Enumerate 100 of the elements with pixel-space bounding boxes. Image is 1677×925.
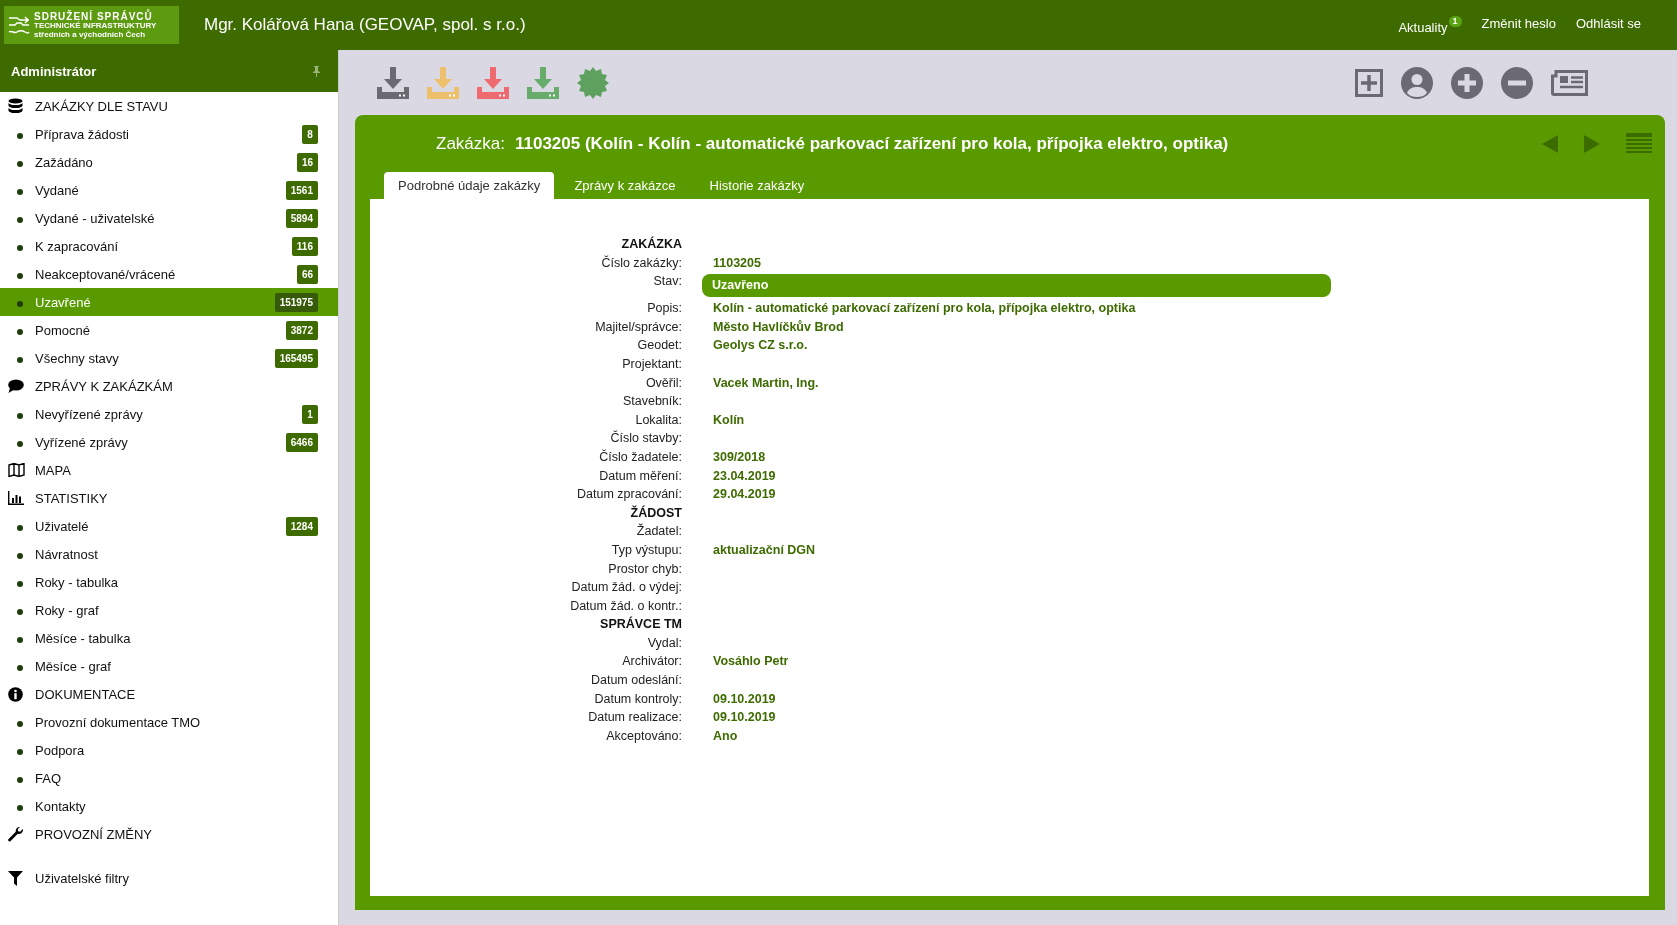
logo-title: SDRUŽENÍ SPRÁVCŮ — [34, 10, 154, 22]
count-badge: 66 — [296, 264, 318, 284]
menu-item[interactable]: K zapracování 116 — [0, 232, 338, 260]
filter-icon — [8, 870, 23, 886]
header-link[interactable]: Aktuality $^{1}$ — [1398, 15, 1462, 35]
chat-icon — [8, 379, 24, 393]
field-label: Datum zpracování: — [576, 486, 682, 504]
field-label: Číslo stavby: — [609, 429, 682, 448]
download-icon[interactable] — [377, 66, 409, 99]
field-label: Datum odeslání: — [589, 672, 682, 690]
user-name: Mgr. Kolářová Hana (GEOVAP, spol. s r.o.) — [204, 15, 526, 35]
logo-subtitle: TECHNICKÉ INFRASTRUKTURY — [34, 21, 157, 30]
field-label: Archivátor: — [621, 653, 682, 671]
field-value: Geolys CZ s.r.o. — [712, 337, 809, 355]
menu-item[interactable]: Provozní dokumentace TMO — [0, 708, 338, 736]
field-value: Ano — [712, 727, 739, 745]
field-value: 29.04.2019 — [712, 486, 777, 504]
field-label: Projektant: — [621, 355, 682, 373]
section-heading: ZAKÁZKA — [620, 235, 682, 253]
grid-icon[interactable] — [1626, 132, 1652, 155]
logo-tagline: středních a východních Čech — [34, 30, 147, 40]
menu-item[interactable]: Vyřízené zprávy 6466 — [0, 428, 338, 456]
menu-item[interactable]: Kontakty — [0, 792, 338, 820]
menu-section[interactable]: ZAKÁZKY DLE STAVU — [0, 92, 338, 120]
menu-section[interactable]: DOKUMENTACE — [0, 680, 338, 708]
menu-section[interactable]: MAPA — [0, 456, 338, 484]
newspaper-icon[interactable] — [1551, 69, 1588, 96]
menu-item[interactable]: FAQ — [0, 764, 338, 792]
role-title: Administrátor — [11, 63, 97, 79]
header-link[interactable]: Změnit heslo — [1481, 15, 1556, 35]
notification-badge: 1 — [1448, 15, 1462, 27]
field-label: Datum žád. o kontr.: — [569, 597, 682, 615]
count-badge: 1561 — [285, 180, 318, 200]
menu-item[interactable]: Uzavřené 151975 — [0, 288, 338, 316]
info-icon — [8, 686, 23, 702]
plus-circle-icon[interactable] — [1451, 66, 1483, 99]
field-value: Vacek Martin, Ing. — [712, 374, 820, 392]
field-value: Město Havlíčkův Brod — [712, 318, 845, 336]
user-icon[interactable] — [1401, 66, 1433, 99]
database-icon — [8, 98, 23, 114]
menu-section[interactable]: PROVOZNÍ ZMĚNY — [0, 820, 338, 848]
menu-item[interactable]: Příprava žádosti 8 — [0, 120, 338, 148]
field-value: 309/2018 — [712, 448, 767, 466]
menu-item[interactable]: Uživatelé 1284 — [0, 512, 338, 540]
download-icon[interactable] — [477, 66, 509, 99]
field-label: Lokalita: — [634, 411, 682, 429]
field-label: Datum kontroly: — [593, 690, 682, 708]
menu-item[interactable]: Návratnost — [0, 540, 338, 568]
menu-section[interactable]: STATISTIKY — [0, 484, 338, 512]
field-label: Datum realizace: — [587, 709, 682, 727]
count-badge: 165495 — [274, 348, 318, 368]
field-label: Číslo žadatele: — [598, 448, 682, 466]
field-label: Stav: — [652, 273, 682, 291]
field-value: Kolín — [712, 411, 746, 429]
download-icon[interactable] — [527, 66, 559, 99]
count-badge: 3872 — [285, 320, 318, 340]
header-link[interactable]: Odhlásit se — [1575, 15, 1641, 35]
field-value: aktualizační DGN — [712, 541, 817, 559]
status-bar: Uzavřeno — [702, 274, 1331, 298]
menu-item[interactable]: Pomocné 3872 — [0, 316, 338, 344]
waves-icon — [8, 14, 30, 36]
field-label: Akceptováno: — [605, 727, 682, 745]
menu-item[interactable]: Všechny stavy 165495 — [0, 344, 338, 372]
field-label: Prostor chyb: — [607, 560, 682, 578]
field-value: 09.10.2019 — [712, 690, 777, 708]
menu-item[interactable]: Neakceptované/vrácené 66 — [0, 260, 338, 288]
menu-item[interactable]: Roky - graf — [0, 596, 338, 624]
field-value: 1103205 — [712, 254, 762, 272]
field-label: Ověřil: — [644, 374, 682, 392]
menu-section[interactable]: Uživatelské filtry — [0, 864, 338, 892]
menu-item[interactable]: Měsíce - graf — [0, 652, 338, 680]
next-icon[interactable] — [1584, 134, 1600, 153]
count-badge: 5894 — [285, 208, 318, 228]
menu-item[interactable]: Nevyřízené zprávy 1 — [0, 400, 338, 428]
count-badge: 8 — [302, 124, 318, 144]
minus-circle-icon[interactable] — [1501, 66, 1533, 99]
section-heading: SPRÁVCE TM — [599, 615, 682, 634]
section-heading: ŽÁDOST — [629, 504, 682, 522]
count-badge: 116 — [291, 236, 318, 256]
menu-section[interactable]: ZPRÁVY K ZAKÁZKÁM — [0, 372, 338, 400]
map-icon — [8, 463, 25, 477]
menu-item[interactable]: Roky - tabulka — [0, 568, 338, 596]
field-label: Číslo zakázky: — [600, 254, 682, 272]
field-label: Stavebník: — [621, 393, 682, 411]
menu-item[interactable]: Vydané - uživatelské 5894 — [0, 204, 338, 232]
field-label: Popis: — [646, 300, 682, 318]
seal-icon[interactable] — [577, 66, 609, 99]
count-badge: 1 — [302, 404, 318, 424]
field-value: Kolín - automatické parkovací zařízení pro kola, přípojka elektro, optika — [712, 300, 1137, 318]
field-label: Majitel/správce: — [594, 318, 682, 336]
field-label: Typ výstupu: — [610, 541, 682, 559]
add-square-icon[interactable] — [1355, 68, 1383, 97]
tab[interactable]: Podrobné údaje zakázky — [384, 172, 555, 199]
field-label: Žadatel: — [635, 522, 682, 541]
menu-item[interactable]: Podpora — [0, 736, 338, 764]
menu-item[interactable]: Vydané 1561 — [0, 176, 338, 204]
pin-icon[interactable] — [313, 65, 320, 77]
menu-item[interactable]: Zažádáno 16 — [0, 148, 338, 176]
previous-icon[interactable] — [1542, 134, 1558, 153]
menu-item[interactable]: Měsíce - tabulka — [0, 624, 338, 652]
